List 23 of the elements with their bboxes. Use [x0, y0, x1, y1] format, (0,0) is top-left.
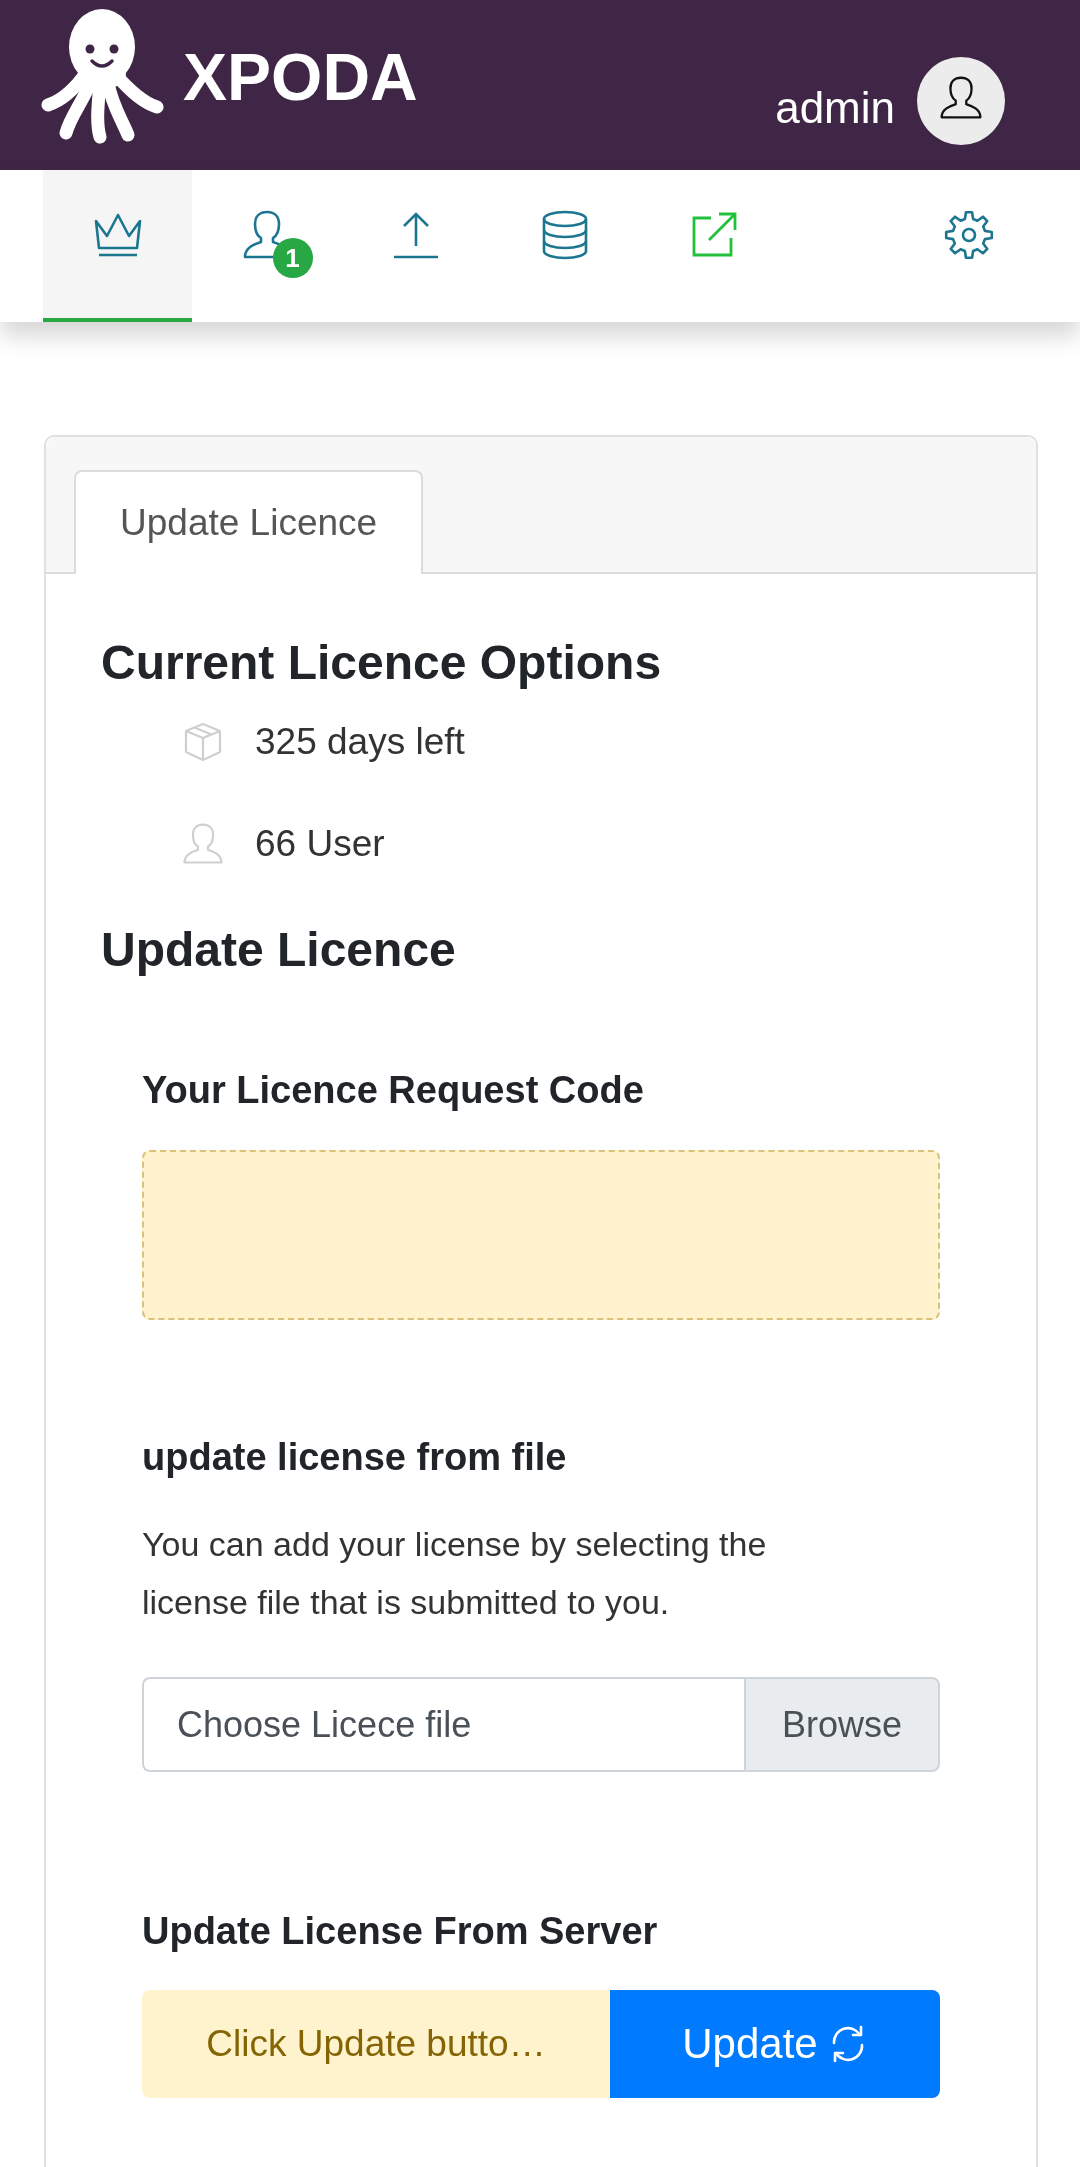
browse-button[interactable]: Browse [744, 1677, 940, 1772]
option-text: 66 User [255, 823, 385, 865]
update-button[interactable]: Update [610, 1990, 940, 2098]
brand-name: XPODA [183, 44, 418, 110]
nav-tab[interactable]: 1 [192, 170, 341, 322]
tab[interactable]: Update Licence [74, 470, 424, 574]
subsection-heading: Your Licence Request Code [142, 1068, 645, 1113]
username: admin [775, 86, 895, 130]
box-icon [182, 721, 224, 763]
settings-icon [943, 210, 994, 260]
option-text: 325 days left [255, 721, 465, 763]
subsection-heading: Update License From Server [142, 1909, 659, 1954]
description-text: You can add your license by selecting the license file that is submitted to you. [142, 1524, 768, 1623]
user-icon [182, 823, 224, 865]
notification-badge: 1 [272, 238, 313, 278]
avatar-icon[interactable] [917, 57, 1005, 145]
section-heading: Current Licence Options [101, 635, 663, 691]
file-input-field[interactable]: Choose Licece file [142, 1677, 744, 1772]
subsection-heading: update license from file [142, 1435, 568, 1480]
nav-tab[interactable] [43, 170, 192, 322]
status-field[interactable]: Click Update butto… [142, 1990, 610, 2098]
section-heading: Update Licence [101, 922, 457, 978]
request-code-field[interactable] [142, 1150, 940, 1320]
